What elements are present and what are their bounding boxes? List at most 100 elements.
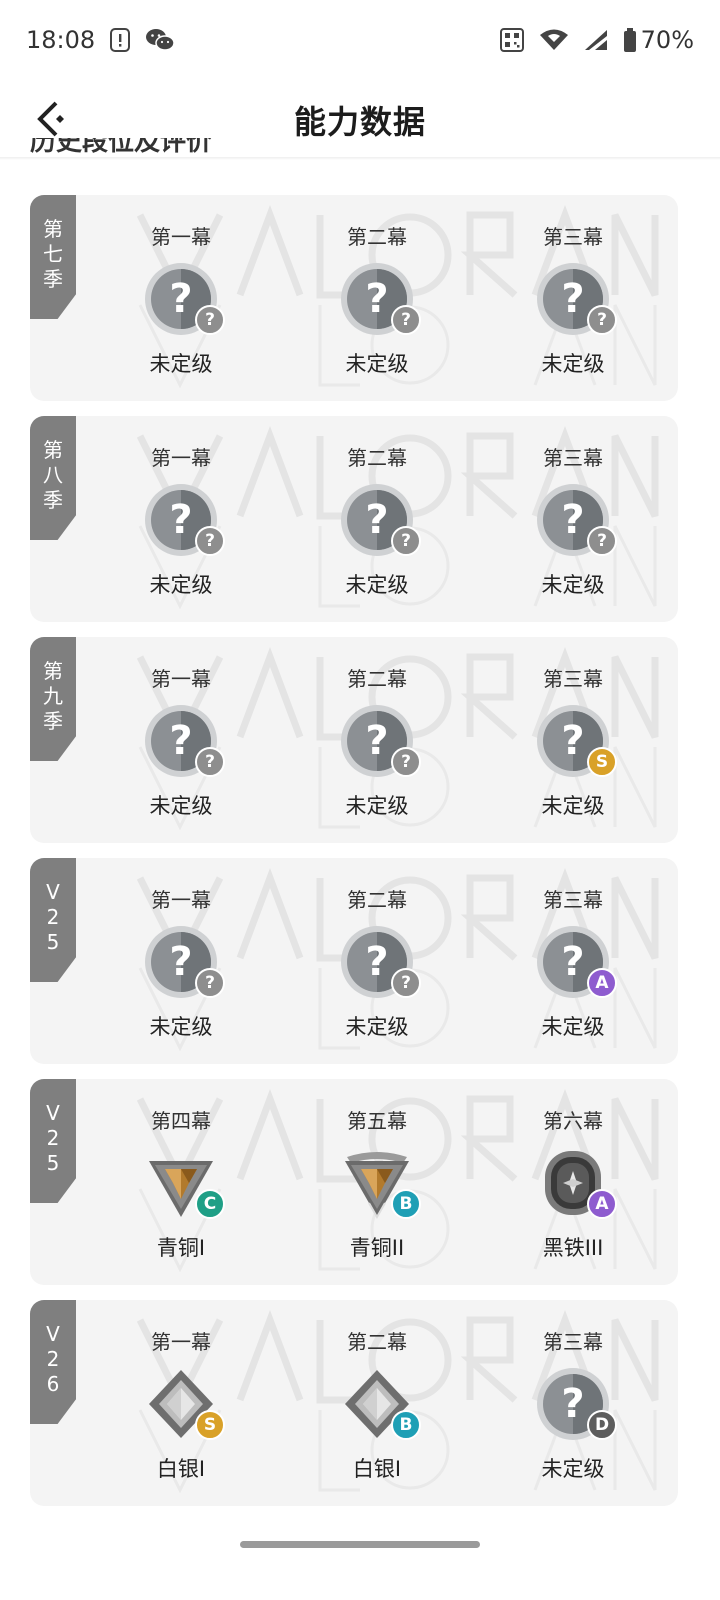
act-name: 第六幕 xyxy=(543,1109,603,1133)
rank-label: 未定级 xyxy=(345,352,409,376)
back-arrow-icon xyxy=(37,101,64,137)
season-tag: 第八季 xyxy=(30,416,76,540)
grade-unknown-badge: ? xyxy=(391,747,421,777)
svg-text:?: ? xyxy=(169,276,192,322)
silver1-rank-icon: S xyxy=(143,1366,225,1442)
grade-unknown-badge: ? xyxy=(391,968,421,998)
wechat-icon xyxy=(145,27,175,53)
unranked-rank-icon: ?? xyxy=(339,482,421,558)
status-bar: 18:08 70% xyxy=(0,0,720,80)
act-item[interactable]: 第六幕 A 黑铁III xyxy=(508,1079,638,1285)
act-item[interactable]: 第三幕? S 未定级 xyxy=(508,637,638,843)
svg-text:?: ? xyxy=(365,497,388,543)
svg-text:?: ? xyxy=(561,276,584,322)
act-name: 第四幕 xyxy=(151,1109,211,1133)
act-name: 第三幕 xyxy=(543,888,603,912)
act-item[interactable]: 第五幕 B 青铜II xyxy=(312,1079,442,1285)
act-item[interactable]: 第一幕?? 未定级 xyxy=(116,637,246,843)
season-tag: V25 xyxy=(30,858,76,982)
grade-b-badge: B xyxy=(391,1189,421,1219)
grade-s-badge: S xyxy=(195,1410,225,1440)
act-item[interactable]: 第一幕?? 未定级 xyxy=(116,195,246,401)
act-item[interactable]: 第一幕?? 未定级 xyxy=(116,416,246,622)
season-card-list: 第七季 第一幕?? 未定级 第二幕?? 未定级 第三幕?? 未定级 第八季 第一幕?? 未定级 第二… xyxy=(30,195,678,1521)
act-item[interactable]: 第一幕?? 未定级 xyxy=(116,858,246,1064)
grade-unknown-badge: ? xyxy=(587,305,617,335)
rank-label: 未定级 xyxy=(345,1015,409,1039)
grade-unknown-badge: ? xyxy=(391,305,421,335)
rank-label: 未定级 xyxy=(345,794,409,818)
grade-c-badge: C xyxy=(195,1189,225,1219)
act-name: 第三幕 xyxy=(543,225,603,249)
unranked-rank-icon: ?? xyxy=(339,924,421,1000)
season-label: V25 xyxy=(46,1101,60,1175)
svg-text:?: ? xyxy=(561,939,584,985)
grade-unknown-badge: ? xyxy=(195,747,225,777)
act-item[interactable]: 第二幕?? 未定级 xyxy=(312,195,442,401)
svg-text:?: ? xyxy=(169,718,192,764)
season-card[interactable]: 第九季 第一幕?? 未定级 第二幕?? 未定级 第三幕? S 未定级 xyxy=(30,637,678,843)
act-row: 第一幕?? 未定级 第二幕?? 未定级 第三幕? A 未定级 xyxy=(88,858,678,1064)
unranked-rank-icon: ?? xyxy=(535,261,617,337)
act-item[interactable]: 第四幕 C 青铜I xyxy=(116,1079,246,1285)
season-label: V26 xyxy=(46,1322,60,1396)
iron3-rank-icon: A xyxy=(535,1145,617,1221)
unranked-rank-icon: ?? xyxy=(143,924,225,1000)
grade-unknown-badge: ? xyxy=(195,968,225,998)
act-row: 第一幕?? 未定级 第二幕?? 未定级 第三幕?? 未定级 xyxy=(88,195,678,401)
act-item[interactable]: 第二幕 B 白银I xyxy=(312,1300,442,1506)
rank-label: 未定级 xyxy=(149,794,213,818)
season-card[interactable]: 第七季 第一幕?? 未定级 第二幕?? 未定级 第三幕?? 未定级 xyxy=(30,195,678,401)
back-button[interactable] xyxy=(26,94,76,144)
unranked-rank-icon: ?? xyxy=(535,482,617,558)
act-name: 第三幕 xyxy=(543,667,603,691)
act-row: 第一幕?? 未定级 第二幕?? 未定级 第三幕?? 未定级 xyxy=(88,416,678,622)
svg-text:?: ? xyxy=(365,718,388,764)
act-name: 第五幕 xyxy=(347,1109,407,1133)
act-name: 第三幕 xyxy=(543,446,603,470)
grade-s-badge: S xyxy=(587,747,617,777)
notification-alert-icon xyxy=(109,27,131,53)
act-item[interactable]: 第三幕? A 未定级 xyxy=(508,858,638,1064)
grade-a-badge: A xyxy=(587,968,617,998)
act-name: 第二幕 xyxy=(347,888,407,912)
grade-unknown-badge: ? xyxy=(195,526,225,556)
page-title: 能力数据 xyxy=(293,103,426,141)
season-tag: V25 xyxy=(30,1079,76,1203)
grade-d-badge: D xyxy=(587,1410,617,1440)
season-card[interactable]: V25 第四幕 C 青铜I 第五幕 B 青铜II 第六幕 A 黑铁III xyxy=(30,1079,678,1285)
rank-label: 未定级 xyxy=(541,1015,605,1039)
home-indicator[interactable] xyxy=(240,1541,480,1548)
rank-label: 未定级 xyxy=(149,352,213,376)
act-item[interactable]: 第二幕?? 未定级 xyxy=(312,637,442,843)
grade-unknown-badge: ? xyxy=(391,526,421,556)
season-label: 第九季 xyxy=(43,659,63,733)
act-item[interactable]: 第一幕 S 白银I xyxy=(116,1300,246,1506)
season-tag: 第七季 xyxy=(30,195,76,319)
grade-unknown-badge: ? xyxy=(587,526,617,556)
rank-label: 白银I xyxy=(352,1457,402,1481)
season-card[interactable]: 第八季 第一幕?? 未定级 第二幕?? 未定级 第三幕?? 未定级 xyxy=(30,416,678,622)
rank-label: 未定级 xyxy=(541,352,605,376)
season-card[interactable]: V25 第一幕?? 未定级 第二幕?? 未定级 第三幕? A 未定级 xyxy=(30,858,678,1064)
unranked-rank-icon: ?? xyxy=(143,261,225,337)
act-item[interactable]: 第三幕?? 未定级 xyxy=(508,195,638,401)
act-item[interactable]: 第三幕? D 未定级 xyxy=(508,1300,638,1506)
svg-text:?: ? xyxy=(169,939,192,985)
act-item[interactable]: 第三幕?? 未定级 xyxy=(508,416,638,622)
act-item[interactable]: 第二幕?? 未定级 xyxy=(312,858,442,1064)
season-tag: V26 xyxy=(30,1300,76,1424)
season-tag: 第九季 xyxy=(30,637,76,761)
act-row: 第四幕 C 青铜I 第五幕 B 青铜II 第六幕 A 黑铁III xyxy=(88,1079,678,1285)
season-card[interactable]: V26 第一幕 S 白银I 第二幕 B 白银I 第三幕? D 未定级 xyxy=(30,1300,678,1506)
battery-level: 70% xyxy=(640,26,694,54)
rank-label: 青铜I xyxy=(156,1236,206,1260)
act-item[interactable]: 第二幕?? 未定级 xyxy=(312,416,442,622)
act-row: 第一幕 S 白银I 第二幕 B 白银I 第三幕? D 未定级 xyxy=(88,1300,678,1506)
act-name: 第二幕 xyxy=(347,1330,407,1354)
bronze1-rank-icon: C xyxy=(143,1145,225,1221)
status-right: 70% xyxy=(499,26,694,54)
unranked-rank-icon: ?? xyxy=(143,482,225,558)
act-name: 第一幕 xyxy=(151,446,211,470)
rank-label: 未定级 xyxy=(149,1015,213,1039)
